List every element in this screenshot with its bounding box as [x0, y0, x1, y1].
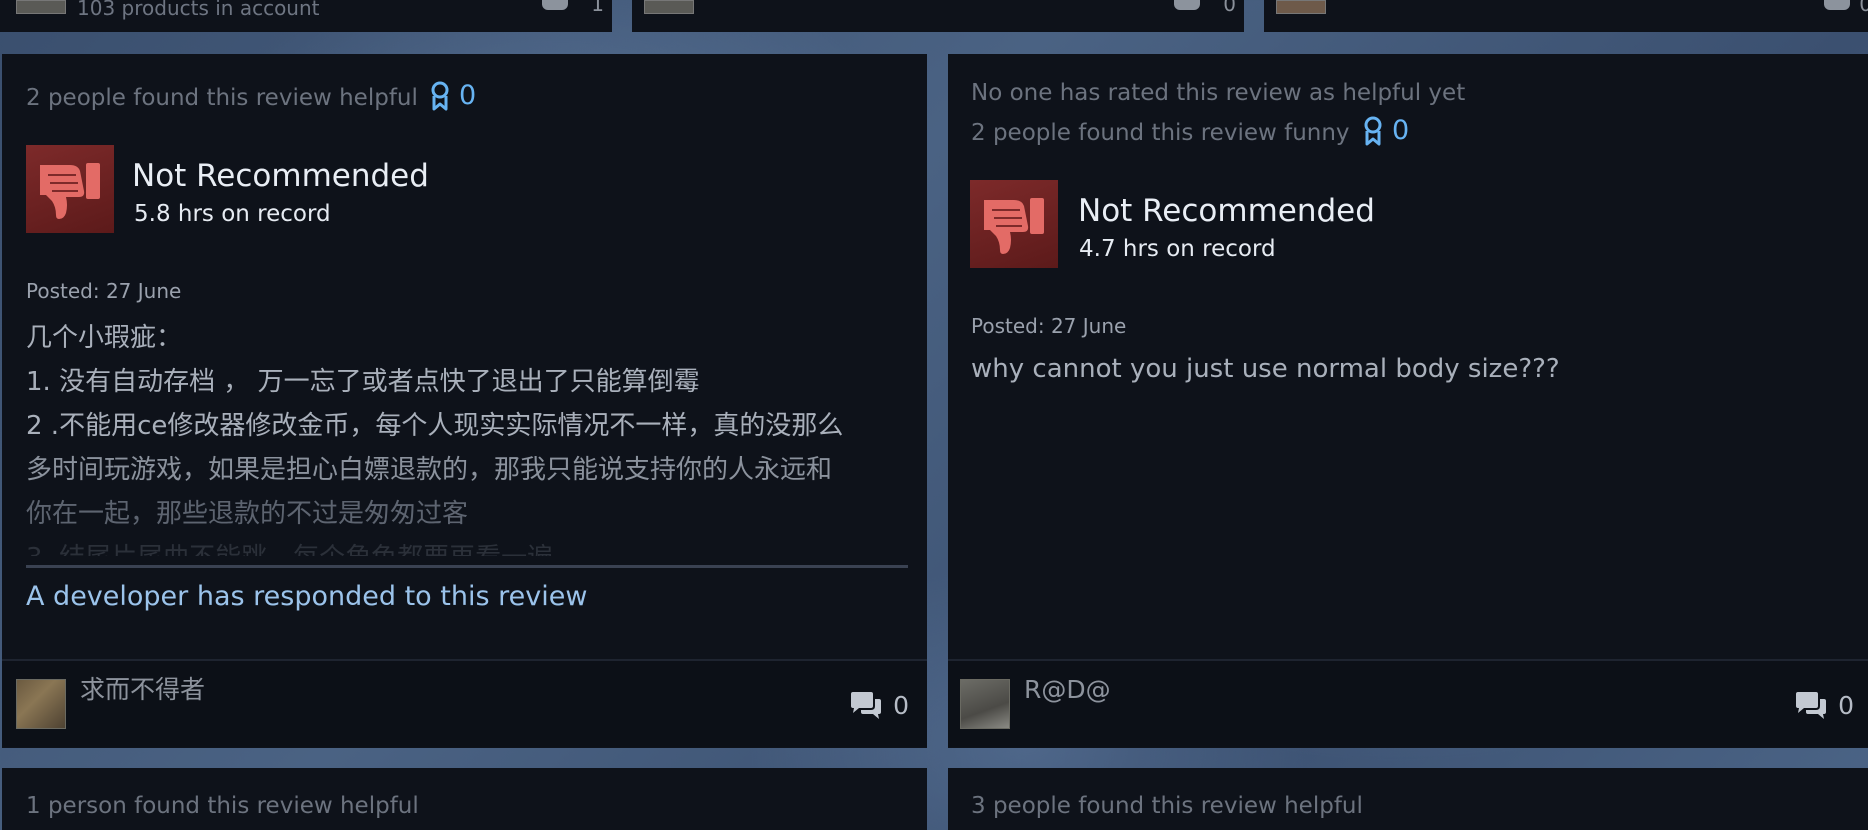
comment-bubble-icon	[1796, 692, 1827, 719]
review-body-line: 多时间玩游戏，如果是担心白嫖退款的，那我只能说支持你的人永远和	[26, 455, 833, 485]
review-body-line: 2 .不能用ce修改器修改金币，每个人现实实际情况不一样，真的没那么	[26, 411, 844, 441]
hours-on-record: 4.7 hrs on record	[1079, 236, 1276, 262]
award-button[interactable]: 0	[430, 81, 476, 111]
review-body-line: why cannot you just use normal body size…	[971, 354, 1560, 384]
posted-date: Posted: 27 June	[26, 279, 182, 303]
review-card: 2 people found this review helpful 0 Not…	[2, 54, 927, 748]
comment-icon[interactable]	[1174, 0, 1200, 10]
comment-button[interactable]: 0	[1794, 691, 1854, 721]
comment-icon[interactable]	[1824, 0, 1850, 10]
award-button[interactable]: 0	[1363, 116, 1409, 146]
comment-count: 0	[1838, 691, 1854, 720]
thumbs-down-icon	[40, 163, 100, 219]
helpful-count-text: 1 person found this review helpful	[26, 793, 419, 819]
prev-review-footer-right: 0	[1264, 0, 1868, 32]
helpful-count-text: 2 people found this review helpful	[26, 85, 418, 111]
author-avatar[interactable]	[16, 679, 66, 729]
review-body-line: 几个小瑕疵：	[26, 323, 183, 353]
review-verdict[interactable]: Not Recommended	[132, 158, 429, 194]
award-ribbon-icon	[1364, 116, 1382, 146]
review-verdict[interactable]: Not Recommended	[1078, 193, 1375, 229]
comment-button[interactable]: 0	[849, 691, 909, 721]
comment-count: 0	[1223, 0, 1236, 16]
comment-count: 0	[1859, 0, 1868, 16]
review-footer: R@D@ 0	[948, 659, 1868, 747]
helpful-count-text: 3 people found this review helpful	[971, 793, 1363, 819]
helpful-count-text: No one has rated this review as helpful …	[971, 80, 1466, 106]
award-ribbon-icon	[431, 81, 449, 111]
review-body-line: 你在一起，那些退款的不过是匆匆过客	[26, 499, 469, 529]
funny-count-text: 2 people found this review funny	[971, 120, 1350, 146]
thumbs-down-icon	[984, 198, 1044, 254]
prev-review-footer-left: 103 products in account 1	[0, 0, 612, 32]
comment-bubble-icon	[851, 692, 882, 719]
hours-on-record: 5.8 hrs on record	[134, 201, 331, 227]
review-body: why cannot you just use normal body size…	[971, 347, 1841, 391]
author-avatar[interactable]	[1276, 0, 1326, 14]
thumbs-down-badge[interactable]	[26, 145, 114, 233]
review-card: No one has rated this review as helpful …	[948, 54, 1868, 748]
award-count: 0	[459, 80, 477, 111]
developer-response-link[interactable]: A developer has responded to this review	[26, 581, 587, 613]
posted-date: Posted: 27 June	[971, 314, 1127, 338]
next-review-card: 3 people found this review helpful	[948, 768, 1868, 830]
divider	[26, 565, 908, 568]
author-name[interactable]: 求而不得者	[80, 675, 205, 705]
review-body-line: 1. 没有自动存档 ， 万一忘了或者点快了退出了只能算倒霉	[26, 367, 700, 397]
comment-icon[interactable]	[542, 0, 568, 10]
next-review-card: 1 person found this review helpful	[2, 768, 927, 830]
author-avatar[interactable]	[960, 679, 1010, 729]
prev-review-footer-middle: 0	[632, 0, 1244, 32]
comment-count: 0	[893, 691, 909, 720]
thumbs-down-badge[interactable]	[970, 180, 1058, 268]
products-in-account: 103 products in account	[77, 0, 320, 20]
award-count: 0	[1392, 115, 1410, 146]
review-body: 几个小瑕疵： 1. 没有自动存档 ， 万一忘了或者点快了退出了只能算倒霉 2 .…	[26, 316, 906, 556]
author-avatar[interactable]	[644, 0, 694, 14]
author-name[interactable]: R@D@	[1024, 675, 1111, 705]
author-avatar[interactable]	[16, 0, 66, 14]
review-body-line: 3. 结尾片尾曲不能跳，每个角色都要再看一遍	[26, 536, 906, 556]
comment-count: 1	[591, 0, 604, 16]
review-footer: 求而不得者 0	[2, 659, 927, 747]
